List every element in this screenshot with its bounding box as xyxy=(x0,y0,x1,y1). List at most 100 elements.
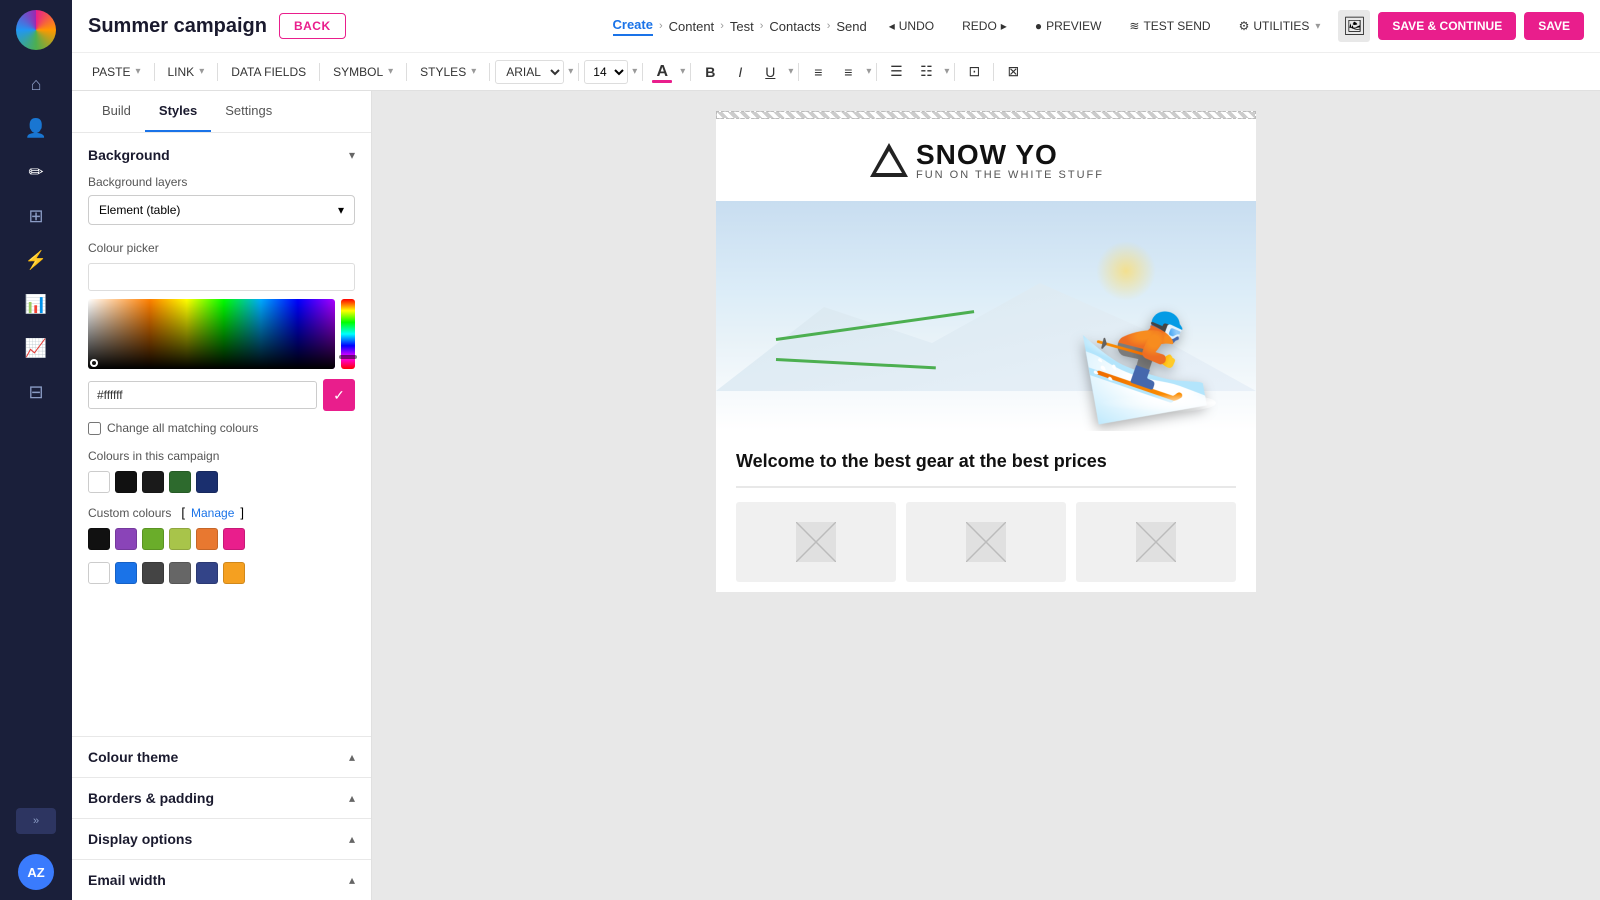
edit-icon[interactable]: ✏ xyxy=(16,152,56,192)
background-section-header[interactable]: Background ▾ xyxy=(88,147,355,163)
table-icon[interactable]: ⊟ xyxy=(16,372,56,412)
change-all-checkbox[interactable] xyxy=(88,422,101,435)
paste-toolbar-item[interactable]: PASTE ▾ xyxy=(84,61,149,83)
hex-input-row: ✓ xyxy=(88,379,355,411)
gradient-cursor[interactable] xyxy=(90,359,98,367)
list-caret: ▾ xyxy=(944,66,949,77)
paste-caret: ▾ xyxy=(135,66,140,77)
symbol-toolbar-item[interactable]: SYMBOL ▾ xyxy=(325,61,401,83)
custom-swatch-pink[interactable] xyxy=(223,528,245,550)
avatar[interactable]: AZ xyxy=(18,854,54,890)
custom-swatch-purple[interactable] xyxy=(115,528,137,550)
underline-button[interactable]: U xyxy=(756,58,784,86)
custom-swatch-dark[interactable] xyxy=(142,562,164,584)
data-fields-label: DATA FIELDS xyxy=(231,65,306,79)
campaign-swatch-green[interactable] xyxy=(169,471,191,493)
manage-link[interactable]: Manage xyxy=(191,506,234,520)
grid-icon[interactable]: ⊞ xyxy=(16,196,56,236)
panel-tabs: Build Styles Settings xyxy=(72,91,371,133)
hex-input[interactable] xyxy=(88,381,317,409)
font-size-select[interactable]: 14 xyxy=(584,60,628,84)
italic-button[interactable]: I xyxy=(726,58,754,86)
custom-swatch-orange[interactable] xyxy=(196,528,218,550)
display-options-section: Display options ▴ xyxy=(72,818,371,859)
custom-swatch-indigo[interactable] xyxy=(196,562,218,584)
preview-button[interactable]: ● PREVIEW xyxy=(1025,13,1112,39)
list-unordered-button[interactable]: ☰ xyxy=(882,58,910,86)
image-icon[interactable]: 🖼 xyxy=(1338,10,1370,42)
data-fields-toolbar-item[interactable]: DATA FIELDS xyxy=(223,61,314,83)
hue-strip[interactable] xyxy=(341,299,355,369)
indent-button[interactable]: ⊡ xyxy=(960,58,988,86)
text-color-button[interactable]: A xyxy=(648,58,676,86)
utilities-button[interactable]: ⚙ UTILITIES ▾ xyxy=(1229,13,1331,39)
campaign-swatch-darkgray[interactable] xyxy=(142,471,164,493)
align-left-button[interactable]: ≡ xyxy=(804,58,832,86)
breadcrumb-test[interactable]: Test xyxy=(730,19,754,34)
user-icon[interactable]: 👤 xyxy=(16,108,56,148)
product-placeholder-2[interactable] xyxy=(906,502,1066,582)
styles-toolbar-item[interactable]: STYLES ▾ xyxy=(412,61,484,83)
campaign-swatch-navy[interactable] xyxy=(196,471,218,493)
background-layers-dropdown[interactable]: Element (table) ▾ xyxy=(88,195,355,225)
campaign-swatch-white[interactable] xyxy=(88,471,110,493)
custom-swatch-gray[interactable] xyxy=(169,562,191,584)
app-logo[interactable] xyxy=(16,10,56,50)
custom-swatch-lime[interactable] xyxy=(142,528,164,550)
campaign-swatch-black[interactable] xyxy=(115,471,137,493)
tab-build[interactable]: Build xyxy=(88,91,145,132)
list-ordered-button[interactable]: ☷ xyxy=(912,58,940,86)
custom-swatch-black[interactable] xyxy=(88,528,110,550)
custom-swatch-white[interactable] xyxy=(88,562,110,584)
save-continue-button[interactable]: SAVE & CONTINUE xyxy=(1378,12,1516,40)
product-placeholder-3[interactable] xyxy=(1076,502,1236,582)
home-icon[interactable]: ⌂ xyxy=(16,64,56,104)
toolbar: PASTE ▾ LINK ▾ DATA FIELDS SYMBOL ▾ STYL… xyxy=(72,52,1600,90)
tab-styles[interactable]: Styles xyxy=(145,91,211,132)
borders-padding-header[interactable]: Borders & padding ▴ xyxy=(88,790,355,806)
chart-icon[interactable]: 📊 xyxy=(16,284,56,324)
expand-nav-button[interactable]: » xyxy=(16,808,56,834)
tab-settings[interactable]: Settings xyxy=(211,91,286,132)
special-char-button[interactable]: ⊠ xyxy=(999,58,1027,86)
breadcrumb-send[interactable]: Send xyxy=(836,19,866,34)
styles-label: STYLES xyxy=(420,65,466,79)
display-options-header[interactable]: Display options ▴ xyxy=(88,831,355,847)
breadcrumb-content[interactable]: Content xyxy=(669,19,715,34)
hex-confirm-button[interactable]: ✓ xyxy=(323,379,355,411)
hero-image[interactable]: ⛷️ xyxy=(716,201,1256,431)
custom-swatch-amber[interactable] xyxy=(223,562,245,584)
breadcrumb-contacts[interactable]: Contacts xyxy=(769,19,820,34)
color-gradient-main[interactable] xyxy=(88,299,335,369)
custom-colour-swatches-row2 xyxy=(88,562,355,584)
email-body: Welcome to the best gear at the best pri… xyxy=(716,431,1256,592)
test-send-label: TEST SEND xyxy=(1143,19,1210,33)
background-layers-label: Background layers xyxy=(88,175,355,189)
email-width-title: Email width xyxy=(88,872,166,888)
align-center-icon: ≡ xyxy=(844,64,852,80)
sun-flare xyxy=(1096,241,1156,301)
custom-swatch-yellow-green[interactable] xyxy=(169,528,191,550)
email-logo-area[interactable]: SNOW YO FUN ON THE WHITE STUFF xyxy=(716,119,1256,201)
analytics-icon[interactable]: 📈 xyxy=(16,328,56,368)
email-width-header[interactable]: Email width ▴ xyxy=(88,872,355,888)
redo-button[interactable]: REDO ▸ xyxy=(952,13,1017,39)
product-placeholder-1[interactable] xyxy=(736,502,896,582)
email-content-outer: SNOW YO FUN ON THE WHITE STUFF ⛷️ xyxy=(716,111,1256,592)
lightning-icon[interactable]: ⚡ xyxy=(16,240,56,280)
text-color-icon: A xyxy=(657,63,669,81)
save-button[interactable]: SAVE xyxy=(1524,12,1584,40)
font-select[interactable]: ARIAL xyxy=(495,60,564,84)
align-center-button[interactable]: ≡ xyxy=(834,58,862,86)
undo-button[interactable]: ◂ UNDO xyxy=(879,13,944,39)
test-send-button[interactable]: ≋ TEST SEND xyxy=(1119,13,1220,39)
back-button[interactable]: BACK xyxy=(279,13,346,39)
toolbar-sep-5 xyxy=(489,63,490,81)
bold-button[interactable]: B xyxy=(696,58,724,86)
preview-label: PREVIEW xyxy=(1046,19,1101,33)
link-toolbar-item[interactable]: LINK ▾ xyxy=(160,61,213,83)
image-placeholder-icon-1 xyxy=(796,522,836,562)
custom-swatch-blue[interactable] xyxy=(115,562,137,584)
breadcrumb-create[interactable]: Create xyxy=(613,17,653,36)
colour-theme-header[interactable]: Colour theme ▴ xyxy=(88,749,355,765)
